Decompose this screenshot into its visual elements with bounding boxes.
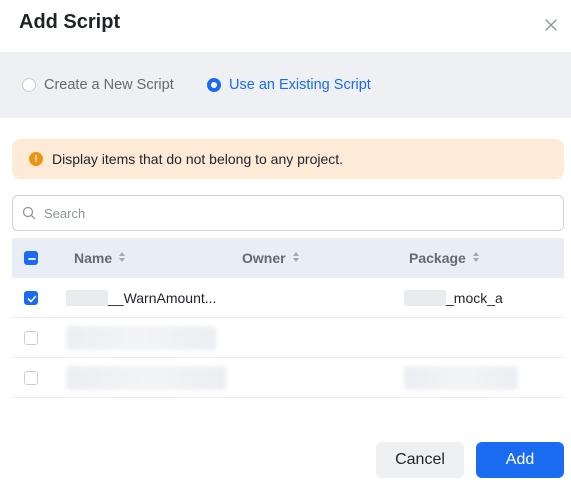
add-script-dialog: Add Script Create a New Script Use an Ex… [0,0,571,482]
column-header-name[interactable]: Name [74,238,126,278]
search-box[interactable] [12,195,564,231]
radio-create-new-script[interactable]: Create a New Script [22,52,174,118]
row-checkbox[interactable] [24,331,38,345]
table-row[interactable]: __WarnAmount... _mock_a [12,278,564,318]
column-label: Owner [242,250,286,266]
sort-icon [472,250,480,266]
radio-label: Use an Existing Script [229,77,371,93]
table-row[interactable] [12,318,564,358]
radio-use-existing-script[interactable]: Use an Existing Script [207,52,371,118]
info-icon: ! [29,152,43,166]
search-input[interactable] [44,205,544,221]
redacted-package-prefix [404,290,446,306]
row-checkbox[interactable] [24,291,38,305]
script-mode-selector: Create a New Script Use an Existing Scri… [0,52,571,118]
radio-unchecked-icon [22,78,36,92]
sort-icon [118,250,126,266]
search-icon [22,206,36,220]
column-header-owner[interactable]: Owner [242,238,300,278]
redacted-name-prefix [66,290,108,306]
dialog-header: Add Script [0,0,571,52]
script-table: Name Owner Package __WarnAmount... _mock… [12,238,564,398]
row-checkbox[interactable] [24,371,38,385]
column-header-package[interactable]: Package [409,238,480,278]
table-header: Name Owner Package [12,238,564,278]
blurred-script-package [404,366,518,390]
add-button[interactable]: Add [476,442,564,478]
radio-checked-icon [207,78,221,92]
cancel-button[interactable]: Cancel [376,442,464,478]
blurred-script-name [66,326,216,350]
alert-text: Display items that do not belong to any … [52,151,344,167]
table-row[interactable] [12,358,564,398]
script-name: __WarnAmount... [108,290,217,306]
script-package: _mock_a [446,290,503,306]
column-label: Package [409,250,466,266]
dialog-title: Add Script [19,11,121,33]
column-label: Name [74,250,113,266]
radio-label: Create a New Script [44,77,174,93]
sort-icon [292,250,300,266]
select-all-checkbox[interactable] [24,251,38,265]
info-alert: ! Display items that do not belong to an… [12,139,564,179]
blurred-script-name [66,366,226,390]
close-icon[interactable] [542,16,560,34]
